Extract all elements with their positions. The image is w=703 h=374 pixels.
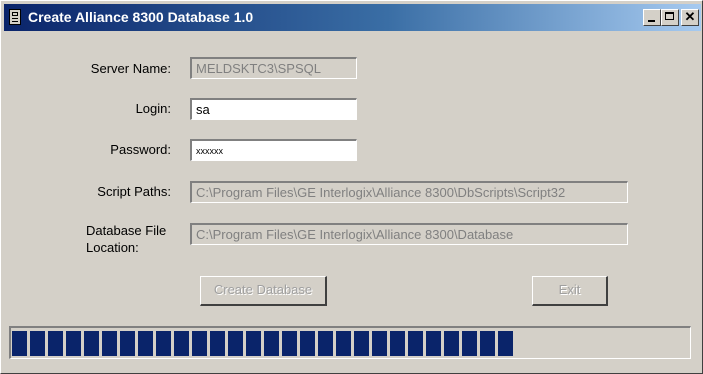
server-name-field[interactable]: MELDSKTC3\SPSQL [190,57,357,79]
login-label: Login: [135,101,171,116]
progress-segment [408,331,423,356]
progress-segment [480,331,495,356]
create-database-button-label: Create Database [213,282,313,297]
password-label: Password: [110,142,171,157]
progress-segment [390,331,405,356]
create-database-button[interactable]: Create Database [200,276,327,306]
progress-segment [336,331,351,356]
progress-segment [426,331,441,356]
minimize-button[interactable] [643,9,661,26]
progress-fill [12,331,516,356]
script-paths-label: Script Paths: [97,184,171,199]
progress-segment [444,331,459,356]
login-field[interactable]: sa [190,98,357,120]
progress-segment [174,331,189,356]
progress-segment [156,331,171,356]
server-name-label: Server Name: [90,61,171,76]
app-window: Create Alliance 8300 Database 1.0 ✕ Serv… [0,0,703,374]
progress-segment [318,331,333,356]
progress-segment [48,331,63,356]
progress-segment [138,331,153,356]
progress-segment [102,331,117,356]
db-location-label-line1: Database File [86,223,167,238]
progress-segment [66,331,81,356]
progress-segment [300,331,315,356]
progress-segment [228,331,243,356]
progress-segment [462,331,477,356]
progress-segment [354,331,369,356]
db-location-label-line2: Location: [86,240,139,255]
progress-bar [9,326,691,359]
app-icon[interactable] [9,9,21,25]
exit-button-label: Exit [558,282,581,297]
db-location-field[interactable]: C:\Program Files\GE Interlogix\Alliance … [190,223,628,245]
progress-segment [210,331,225,356]
progress-segment [12,331,27,356]
exit-button[interactable]: Exit [532,276,608,306]
window-title: Create Alliance 8300 Database 1.0 [28,9,254,25]
progress-segment [84,331,99,356]
maximize-button[interactable] [661,9,679,26]
progress-segment [120,331,135,356]
progress-segment [30,331,45,356]
progress-segment [246,331,261,356]
progress-segment [372,331,387,356]
close-button[interactable]: ✕ [681,9,699,26]
title-bar[interactable]: Create Alliance 8300 Database 1.0 ✕ [4,4,701,31]
progress-segment [498,331,513,356]
progress-segment [264,331,279,356]
progress-segment [282,331,297,356]
progress-segment [192,331,207,356]
script-paths-field[interactable]: C:\Program Files\GE Interlogix\Alliance … [190,181,628,203]
password-field[interactable]: xxxxxx [190,139,357,161]
